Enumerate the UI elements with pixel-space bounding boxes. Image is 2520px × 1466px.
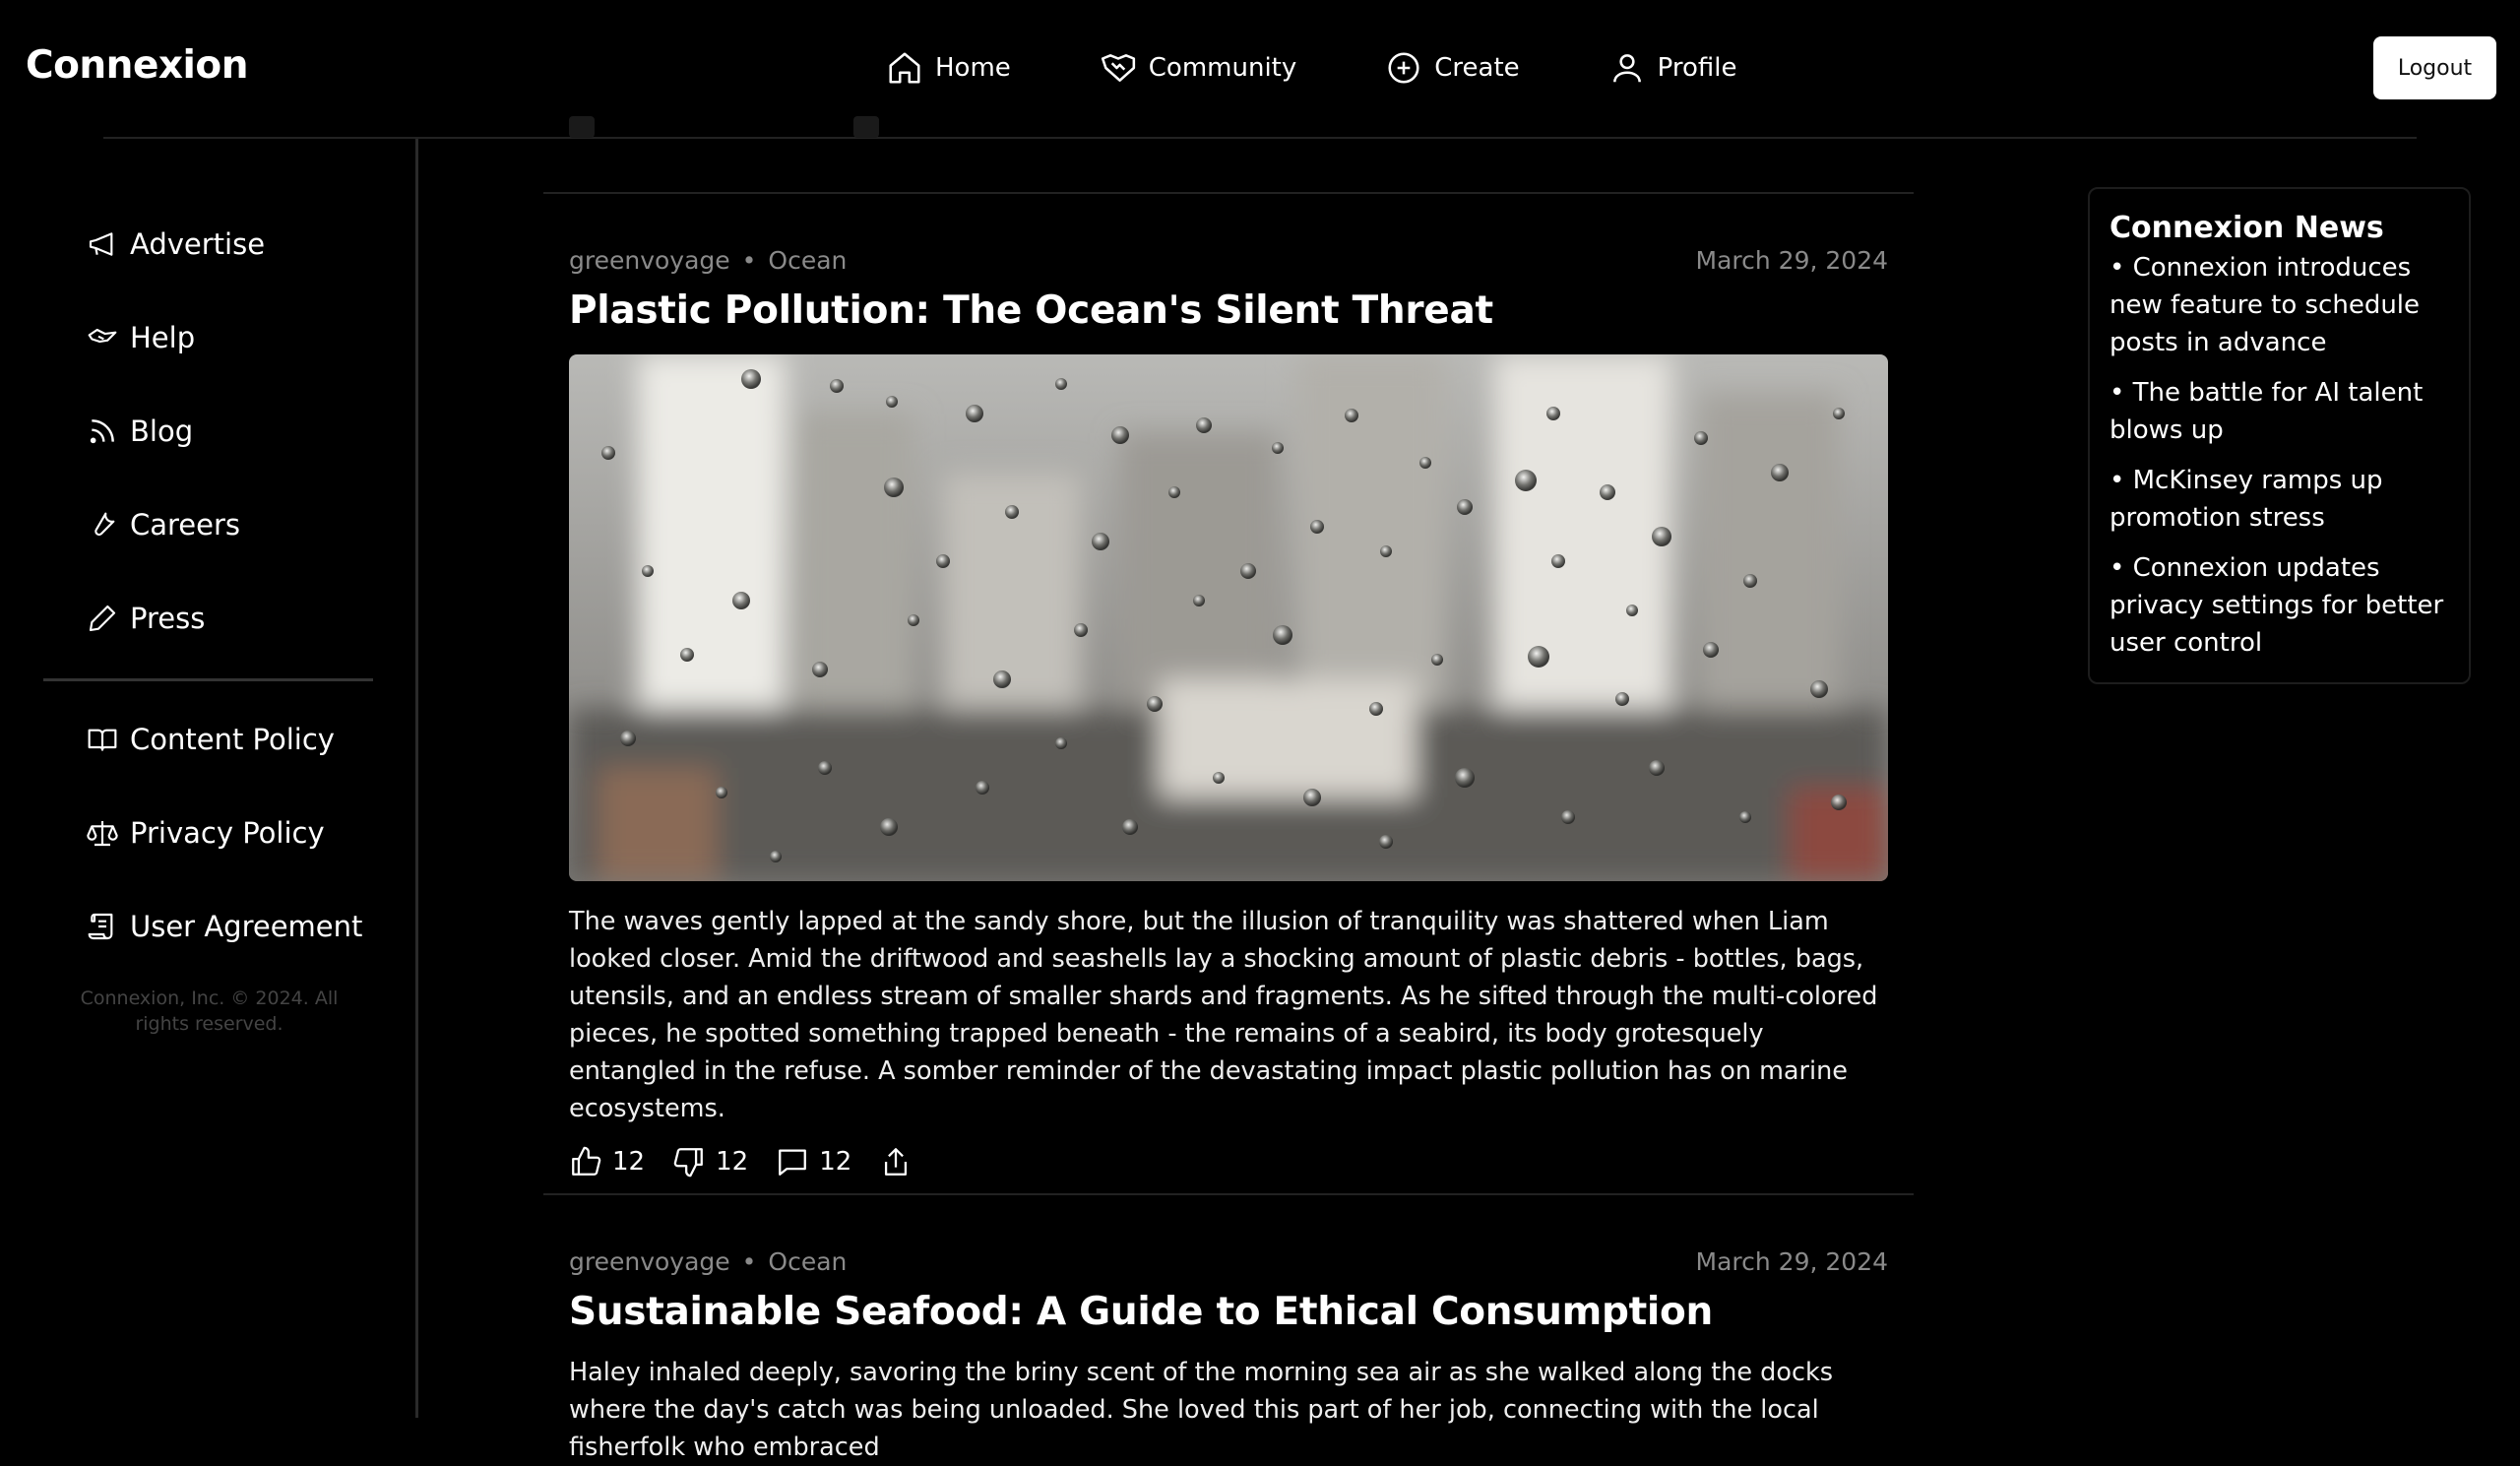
sidebar-item-press[interactable]: Press [87, 602, 205, 635]
post-community[interactable]: Ocean [768, 246, 847, 275]
post-actions: 12 12 12 [569, 1145, 1888, 1179]
post-image[interactable] [569, 354, 1888, 881]
rss-icon [90, 419, 114, 444]
dislike-button[interactable]: 12 [672, 1145, 748, 1179]
scroll-icon [88, 913, 113, 940]
sidebar-item-label: Privacy Policy [130, 816, 325, 850]
post-date: March 29, 2024 [1695, 1247, 1888, 1276]
post-card[interactable]: greenvoyage • Ocean March 29, 2024 Sustain… [569, 1247, 1888, 1466]
sidebar-item-label: User Agreement [130, 910, 363, 943]
post-title[interactable]: Plastic Pollution: The Ocean's Silent Th… [569, 288, 1888, 333]
post-community[interactable]: Ocean [768, 1247, 847, 1276]
post-author[interactable]: greenvoyage [569, 246, 730, 275]
news-panel: Connexion News • Connexion introduces ne… [2088, 187, 2471, 684]
sidebar-item-label: Blog [130, 414, 194, 448]
post-body: The waves gently lapped at the sandy sho… [569, 907, 1878, 1123]
like-button[interactable]: 12 [569, 1145, 645, 1179]
sidebar-divider [43, 678, 373, 681]
sidebar-item-careers[interactable]: Careers [87, 508, 240, 542]
post-divider [543, 1193, 1914, 1195]
dislike-count: 12 [716, 1147, 749, 1177]
post-body: Haley inhaled deeply, savoring the briny… [569, 1358, 1834, 1462]
sidebar-item-user-agreement[interactable]: User Agreement [87, 910, 362, 943]
news-list: • Connexion introduces new feature to sc… [2110, 249, 2449, 662]
post-title[interactable]: Sustainable Seafood: A Guide to Ethical … [569, 1290, 1888, 1334]
news-item[interactable]: • The battle for AI talent blows up [2110, 374, 2449, 449]
post-feed: greenvoyage • Ocean March 29, 2024 Plastic… [543, 0, 1914, 1462]
sidebar-item-label: Careers [130, 508, 241, 542]
logout-button[interactable]: Logout [2373, 36, 2496, 99]
brand-logo[interactable]: Connexion [26, 43, 248, 88]
wrench-icon [94, 512, 115, 537]
post-author[interactable]: greenvoyage [569, 1247, 730, 1276]
comment-button[interactable]: 12 [776, 1145, 851, 1179]
sidebar-item-content-policy[interactable]: Content Policy [87, 723, 335, 756]
news-item[interactable]: • Connexion introduces new feature to sc… [2110, 249, 2449, 361]
post-meta: greenvoyage • Ocean March 29, 2024 [569, 246, 1888, 275]
sidebar-item-label: Press [130, 602, 206, 635]
news-item[interactable]: • McKinsey ramps up promotion stress [2110, 462, 2449, 537]
sidebar-item-blog[interactable]: Blog [87, 414, 193, 448]
sidebar-item-label: Advertise [130, 227, 266, 261]
scrolled-action-remnant [569, 116, 595, 138]
post-card[interactable]: greenvoyage • Ocean March 29, 2024 Plastic… [569, 246, 1888, 1179]
news-item[interactable]: • Connexion updates privacy settings for… [2110, 549, 2449, 662]
comment-count: 12 [819, 1147, 852, 1177]
rain-window-image [569, 354, 1888, 881]
sidebar-item-label: Content Policy [130, 723, 335, 756]
post-date: March 29, 2024 [1695, 246, 1888, 275]
scale-icon [87, 821, 118, 847]
sidebar-item-privacy-policy[interactable]: Privacy Policy [87, 816, 325, 850]
handshake-icon [88, 328, 117, 344]
copyright-text: Connexion, Inc. © 2024. All rights reser… [80, 988, 339, 1035]
feed-divider [543, 192, 1914, 194]
scrolled-action-remnant [853, 116, 879, 138]
pen-icon [89, 605, 116, 632]
left-sidebar: Advertise Help Blog Careers Press Conten… [0, 139, 418, 1418]
share-button[interactable] [879, 1145, 922, 1179]
book-icon [88, 729, 117, 751]
share-icon [885, 1148, 908, 1176]
sidebar-item-help[interactable]: Help [87, 321, 195, 354]
thumbs-up-icon [572, 1146, 601, 1176]
sidebar-item-advertise[interactable]: Advertise [87, 227, 265, 261]
sidebar-item-label: Help [130, 321, 196, 354]
comment-icon [779, 1149, 807, 1176]
news-title: Connexion News [2110, 211, 2384, 245]
like-count: 12 [612, 1147, 646, 1177]
thumbs-down-icon [673, 1148, 703, 1178]
megaphone-icon [89, 232, 113, 256]
post-meta: greenvoyage • Ocean March 29, 2024 [569, 1247, 1888, 1276]
